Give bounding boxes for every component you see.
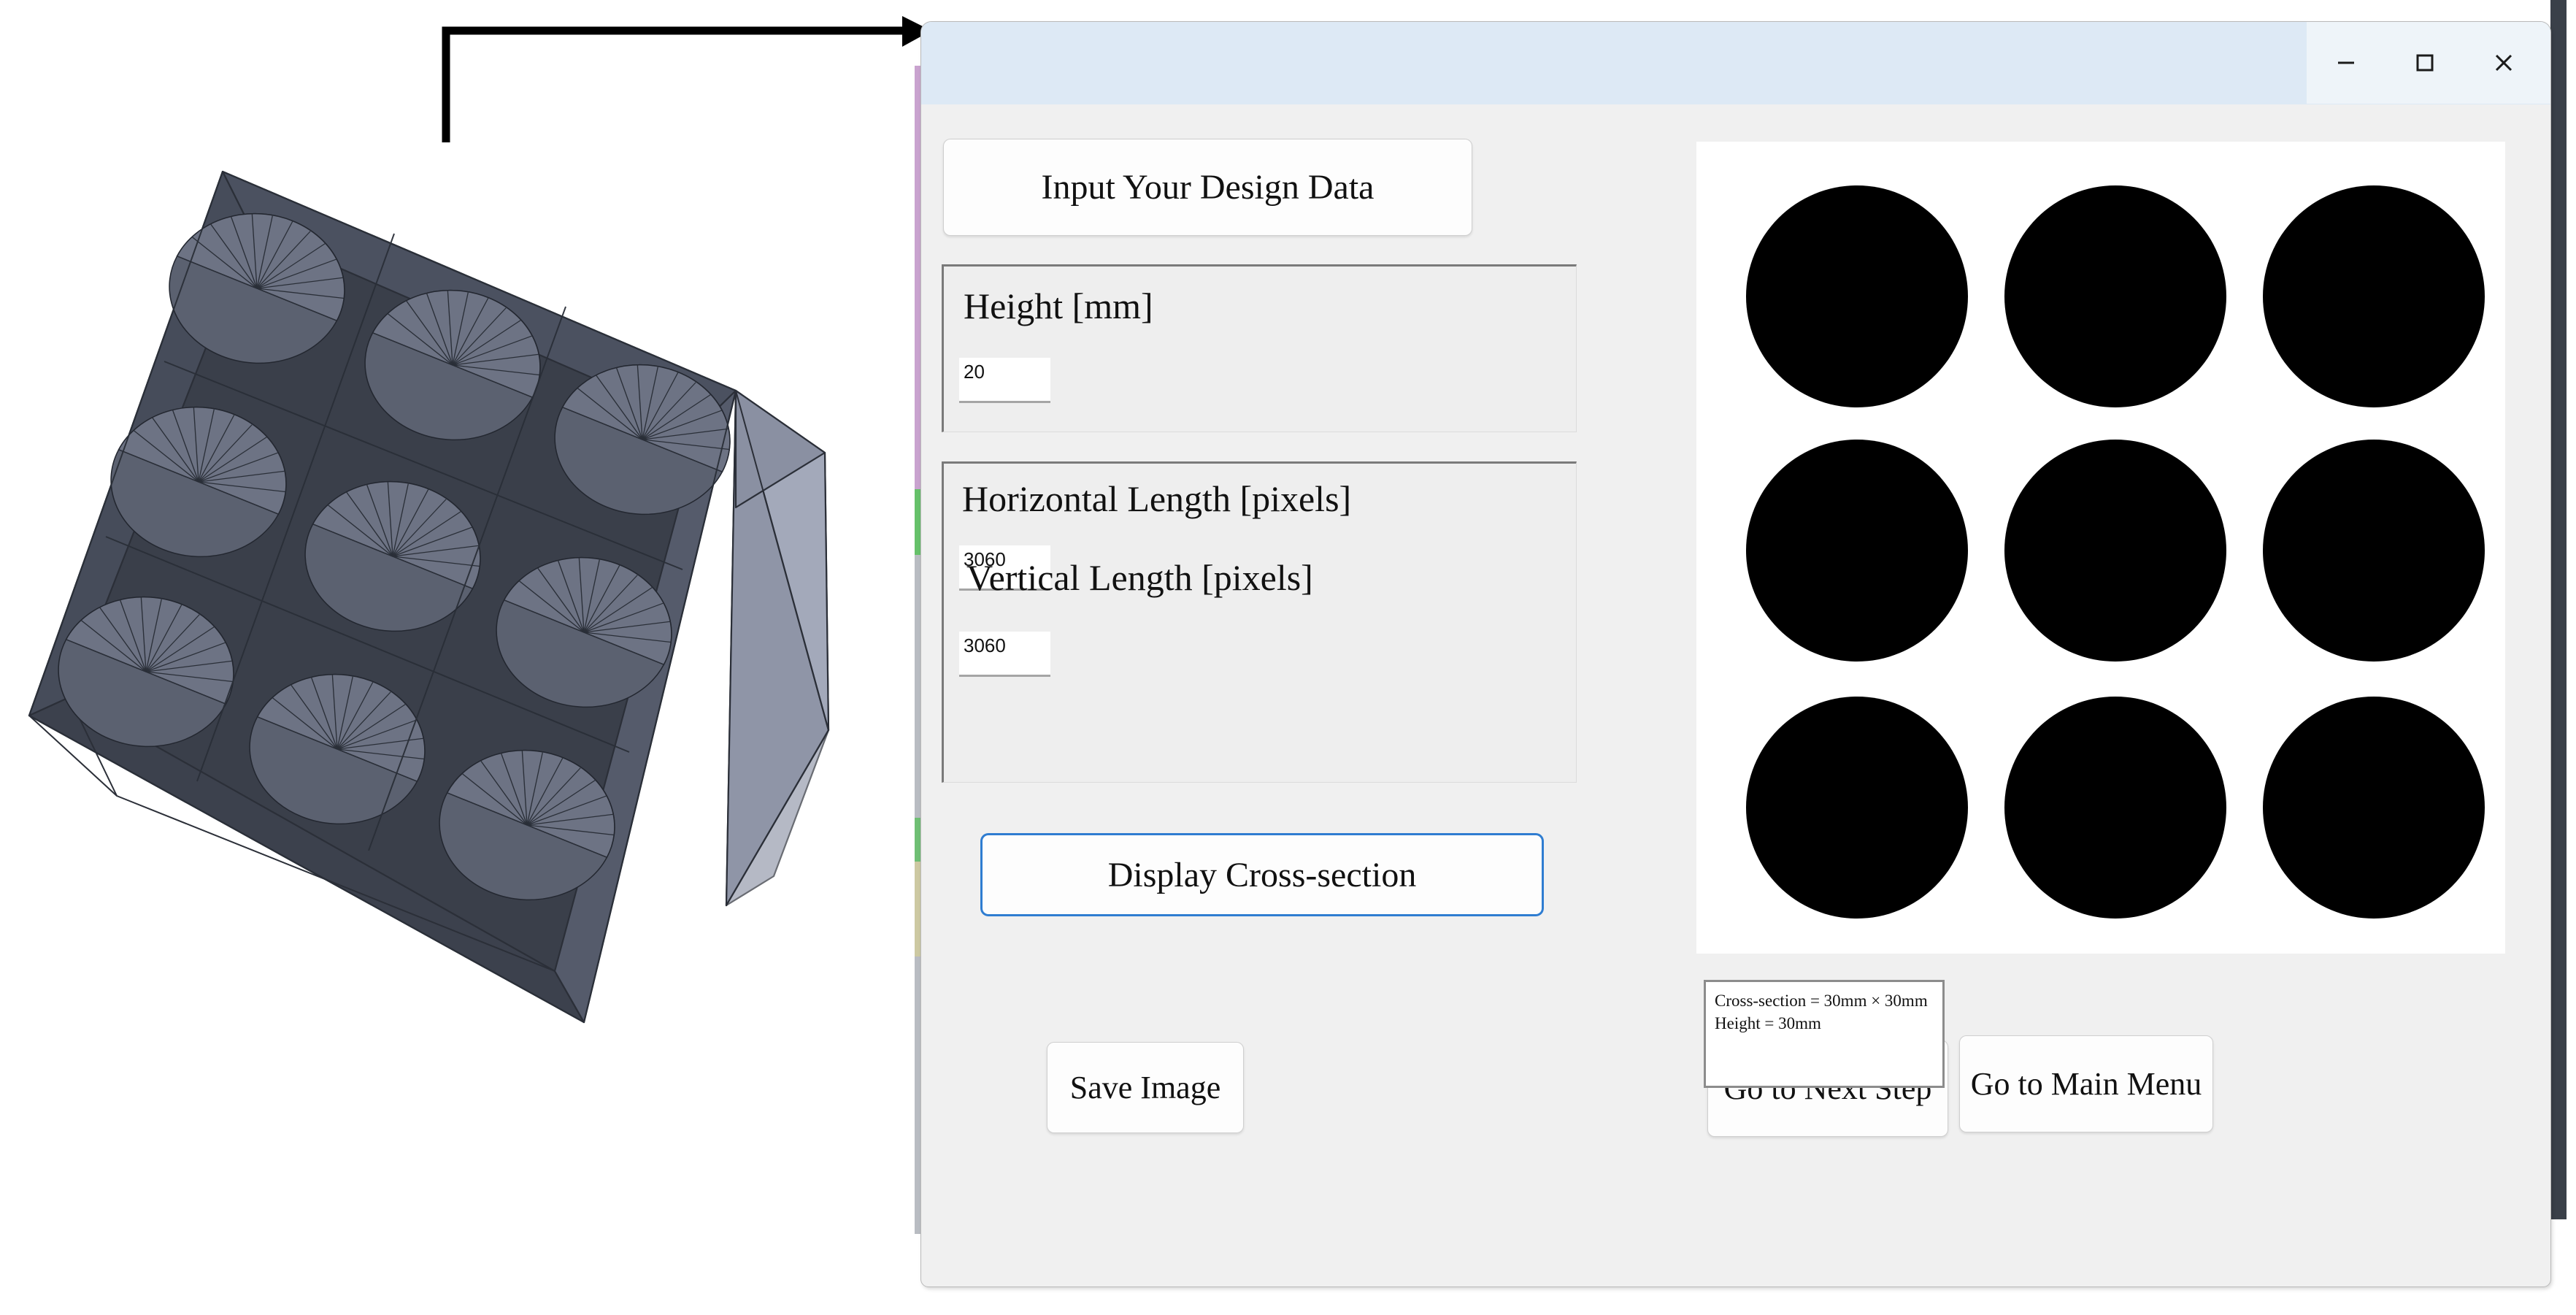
background-sliver-6 xyxy=(915,956,921,1234)
info-line-height: Height = 30mm xyxy=(1715,1014,1821,1033)
input-design-data-label: Input Your Design Data xyxy=(1041,168,1374,207)
client-area: Input Your Design Data Height [mm] 20 Ho… xyxy=(921,104,2550,1287)
background-sliver-3 xyxy=(915,555,921,818)
vertical-length-value: 3060 xyxy=(964,635,1006,656)
background-sliver-2 xyxy=(915,489,921,555)
vertical-length-input[interactable]: 3060 xyxy=(959,632,1050,677)
maximize-icon xyxy=(2416,54,2434,72)
height-input-value: 20 xyxy=(964,361,985,383)
background-sliver-4 xyxy=(915,818,921,862)
input-design-data-header[interactable]: Input Your Design Data xyxy=(943,139,1472,236)
display-cross-section-label: Display Cross-section xyxy=(1107,855,1417,894)
horizontal-length-label: Horizontal Length [pixels] xyxy=(962,478,1352,519)
background-sliver-1 xyxy=(915,66,921,489)
minimize-icon xyxy=(2338,61,2354,64)
cad-model-figure xyxy=(0,139,905,1051)
background-dark-strip xyxy=(2550,0,2567,1219)
height-input[interactable]: 20 xyxy=(959,358,1050,403)
height-label: Height [mm] xyxy=(964,285,1153,326)
dimensions-info-box[interactable]: Cross-section = 30mm × 30mm Height = 30m… xyxy=(1704,980,1945,1088)
close-icon xyxy=(2495,54,2512,72)
screenshot-root: Input Your Design Data Height [mm] 20 Ho… xyxy=(0,0,2576,1315)
save-image-button[interactable]: Save Image xyxy=(1047,1042,1244,1133)
application-window: Input Your Design Data Height [mm] 20 Ho… xyxy=(921,22,2550,1287)
vertical-length-label: Vertical Length [pixels] xyxy=(966,557,1313,598)
minimize-button[interactable] xyxy=(2307,22,2385,104)
callout-arrow xyxy=(409,15,934,183)
go-to-main-menu-button[interactable]: Go to Main Menu xyxy=(1959,1035,2213,1132)
background-sliver-5 xyxy=(915,862,921,956)
save-image-label: Save Image xyxy=(1069,1070,1221,1105)
display-cross-section-button[interactable]: Display Cross-section xyxy=(981,834,1543,916)
title-bar[interactable] xyxy=(921,22,2550,104)
info-line-cross-section: Cross-section = 30mm × 30mm xyxy=(1715,992,1928,1010)
cross-section-preview-canvas[interactable] xyxy=(1696,142,2505,954)
circle-pattern xyxy=(1746,185,2485,919)
go-to-main-menu-label: Go to Main Menu xyxy=(1970,1066,2202,1102)
window-controls xyxy=(2307,22,2550,104)
close-button[interactable] xyxy=(2464,22,2543,104)
maximize-button[interactable] xyxy=(2385,22,2464,104)
